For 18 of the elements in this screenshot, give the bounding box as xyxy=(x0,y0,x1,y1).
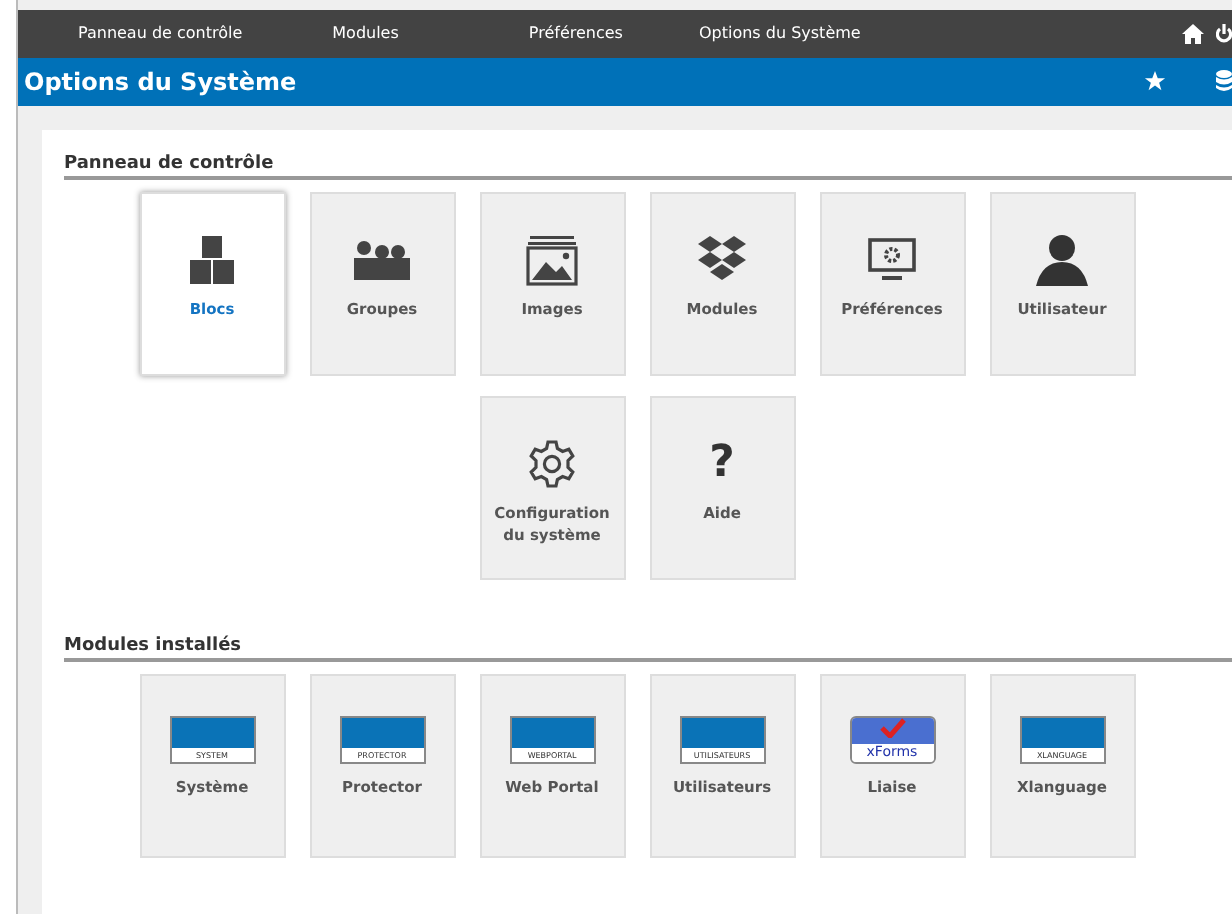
menu-item[interactable]: Modules xyxy=(332,24,399,43)
page-title: Options du Système xyxy=(24,67,297,96)
monitor-icon xyxy=(868,234,916,286)
power-icon[interactable] xyxy=(1216,23,1232,44)
menu-item[interactable]: Préférences xyxy=(528,24,623,43)
star-icon[interactable] xyxy=(1144,70,1166,93)
menu-item[interactable]: Options du Système xyxy=(698,24,861,43)
settings-icon xyxy=(528,438,576,490)
blocks-icon xyxy=(190,234,234,286)
database-icon[interactable] xyxy=(1216,70,1232,93)
section-heading: Panneau de contrôle xyxy=(64,154,1232,180)
user-icon xyxy=(1036,234,1088,286)
menu-item[interactable]: Panneau de contrôle xyxy=(78,24,243,43)
section-heading: Modules installés xyxy=(64,636,1232,662)
home-icon[interactable] xyxy=(1182,23,1204,44)
dropbox-icon xyxy=(696,234,748,286)
help-icon: ? xyxy=(709,438,735,490)
image-icon xyxy=(526,234,578,286)
